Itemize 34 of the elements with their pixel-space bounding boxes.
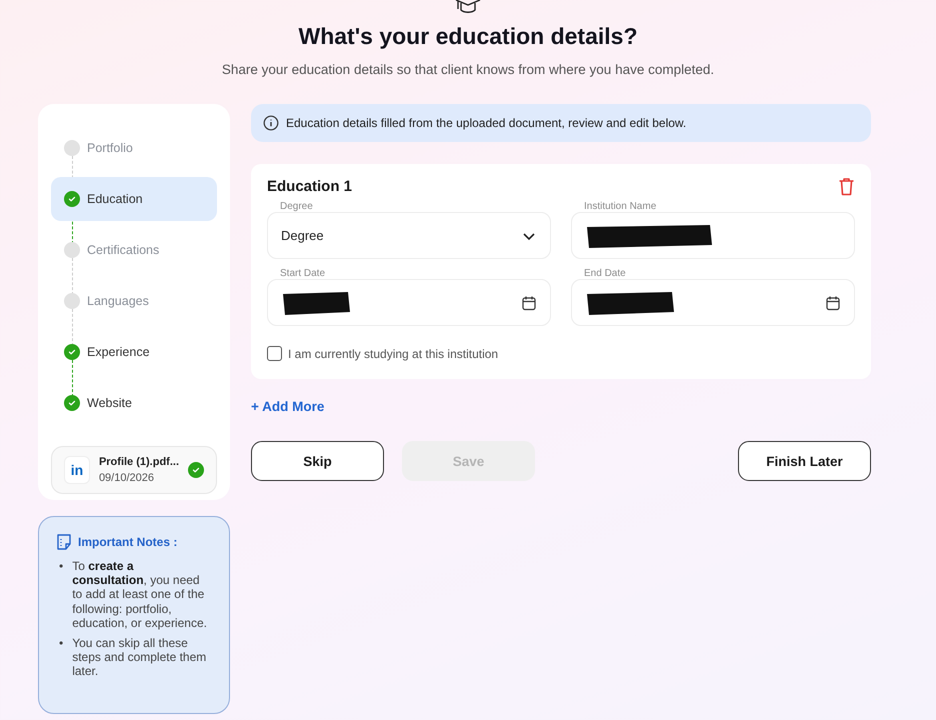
bullet-mark: •	[59, 636, 64, 652]
step-item[interactable]: Education	[51, 177, 217, 221]
step-item[interactable]: Website	[51, 381, 217, 425]
page-subtitle: Share your education details so that client knows from where you have completed.	[222, 62, 714, 77]
page-title: What's your education details?	[298, 23, 638, 50]
step-dot-icon	[64, 242, 80, 258]
banner-text: Education details filled from the uploaded document, review and edit below.	[286, 116, 686, 130]
document-date: 09/10/2026	[98, 472, 155, 484]
field-value: Degree	[281, 228, 324, 243]
action-button[interactable]: Skip	[251, 441, 384, 481]
note-item: You can skip all these steps and complete them later.	[72, 636, 208, 679]
document-name: Profile (1).pdf...	[98, 456, 179, 468]
calendar-icon[interactable]	[825, 294, 841, 310]
calendar-icon[interactable]	[521, 294, 537, 310]
checkbox-label: I am currently studying at this institution	[288, 346, 498, 360]
step-item[interactable]: Experience	[51, 330, 217, 374]
step-dot-icon	[64, 140, 80, 156]
delete-icon[interactable]	[838, 176, 855, 196]
graduation-cap-icon	[453, 0, 483, 14]
step-item[interactable]: Portfolio	[51, 126, 217, 170]
card-title: Education 1	[267, 178, 352, 194]
check-circle-icon	[64, 191, 80, 207]
step-item[interactable]: Certifications	[51, 228, 217, 272]
linkedin-badge-icon: in	[64, 456, 90, 484]
note-item: To create a consultation, you need to add at least one of the following: portfolio, education, or experience.	[72, 559, 208, 630]
info-icon	[263, 115, 279, 131]
notes-title: Important Notes :	[78, 535, 178, 549]
note-icon	[55, 533, 73, 551]
action-button[interactable]: Finish Later	[738, 441, 871, 481]
add-more-link[interactable]: + Add More	[251, 399, 324, 414]
step-dot-icon	[64, 293, 80, 309]
bullet-mark: •	[59, 559, 64, 575]
step-item[interactable]: Languages	[51, 279, 217, 323]
checkbox[interactable]	[267, 346, 282, 361]
